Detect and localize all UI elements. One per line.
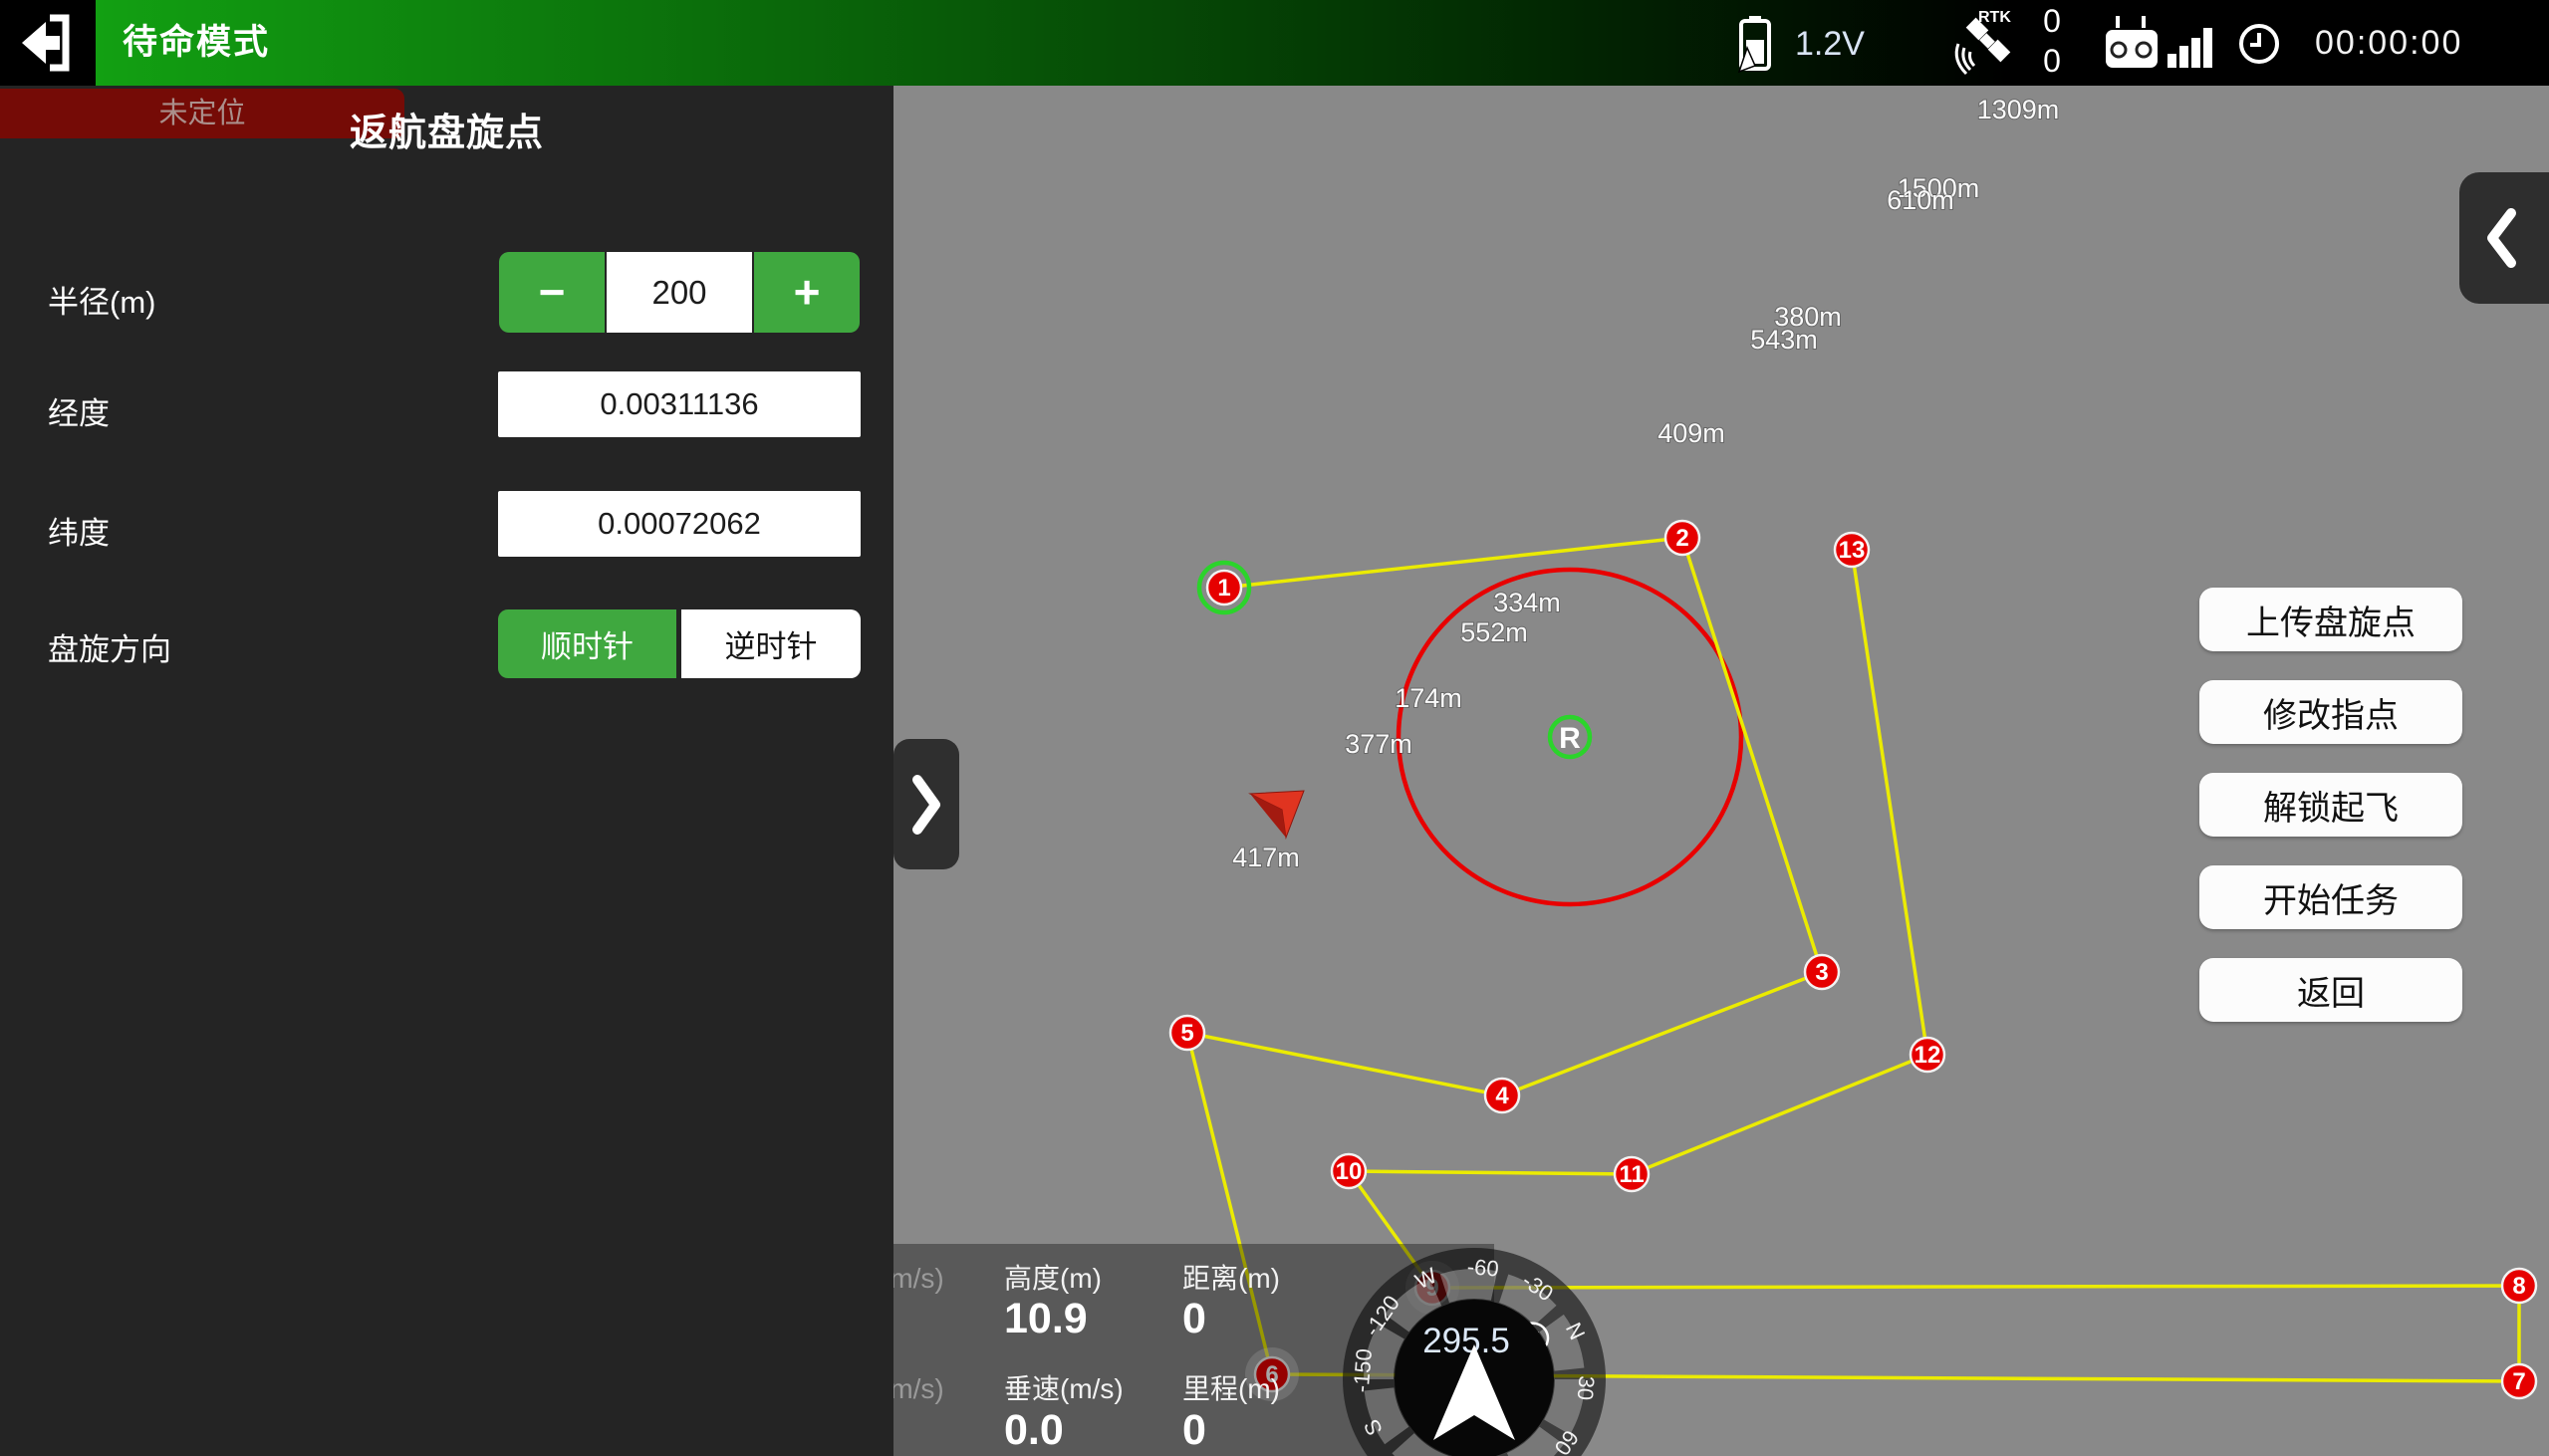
loiter-direction-label: 盘旋方向 <box>48 624 171 669</box>
status-icons: 1.2V RTK 0 0 <box>1693 0 2549 86</box>
distance-label: 552m <box>1460 617 1528 647</box>
rtk-satellite-icon: RTK <box>1950 8 2022 78</box>
waypoint-marker-7[interactable]: 7 <box>2502 1364 2536 1398</box>
clock-icon <box>2237 22 2281 66</box>
battery-icon <box>1737 14 1787 74</box>
longitude-input[interactable] <box>498 371 861 437</box>
latitude-label: 纬度 <box>48 508 110 553</box>
compass: -60-30N3060S-150-120W H 295.5 <box>1330 1235 1619 1456</box>
telemetry-value: 10.9 <box>1004 1295 1088 1343</box>
rtk-label: RTK <box>1978 9 2011 26</box>
waypoint-marker-3[interactable]: 3 <box>1805 955 1839 989</box>
radius-label: 半径(m) <box>48 277 155 322</box>
svg-text:5: 5 <box>1180 1020 1193 1047</box>
latitude-input[interactable] <box>498 491 861 557</box>
svg-text:3: 3 <box>1815 959 1828 986</box>
waypoint-marker-11[interactable]: 11 <box>1615 1157 1649 1191</box>
telemetry-label: 高度(m) <box>1004 1257 1102 1297</box>
distance-label: 409m <box>1657 418 1725 448</box>
svg-text:12: 12 <box>1914 1042 1941 1069</box>
waypoint-marker-8[interactable]: 8 <box>2502 1269 2536 1303</box>
distance-label: 377m <box>1345 729 1412 759</box>
clockwise-button[interactable]: 顺时针 <box>498 609 676 678</box>
telemetry-value: 0 <box>1182 1295 1206 1343</box>
telemetry-value: 0.0 <box>1004 1406 1064 1455</box>
distance-label: 174m <box>1395 683 1462 713</box>
radius-stepper: − + <box>499 252 860 333</box>
top-status-bar: 待命模式 1.2V RTK 0 0 <box>0 0 2549 86</box>
waypoint-marker-5[interactable]: 5 <box>1170 1016 1204 1050</box>
radius-input[interactable] <box>607 252 752 333</box>
return-point-marker[interactable]: R <box>1550 717 1590 757</box>
chevron-right-icon <box>909 770 943 840</box>
flight-mode-label: 待命模式 <box>123 0 270 86</box>
signal-bars-icon <box>2167 28 2212 68</box>
svg-text:1: 1 <box>1217 575 1230 602</box>
svg-text:2: 2 <box>1675 525 1688 552</box>
back-button[interactable] <box>0 0 96 86</box>
svg-text:11: 11 <box>1619 1161 1644 1188</box>
svg-text:8: 8 <box>2512 1273 2525 1300</box>
rtk-satellite-counts: 0 0 <box>2032 1 2072 81</box>
unlock-takeoff-button[interactable]: 解锁起飞 <box>2199 773 2462 837</box>
ground-station-app: 123456789101112131309m1500m610m380m543m4… <box>0 0 2549 1456</box>
upload-loiter-point-button[interactable]: 上传盘旋点 <box>2199 588 2462 651</box>
distance-label: 1309m <box>1977 95 2060 124</box>
heading-value: 295.5 <box>1422 1322 1510 1360</box>
distance-label: 610m <box>1887 185 1954 215</box>
modify-guided-point-button[interactable]: 修改指点 <box>2199 680 2462 744</box>
svg-text:R: R <box>1559 722 1581 755</box>
distance-label: 334m <box>1493 588 1561 617</box>
telemetry-label: 里程(m) <box>1182 1367 1280 1407</box>
waypoint-marker-1[interactable]: 1 <box>1199 563 1249 612</box>
return-button[interactable]: 返回 <box>2199 958 2462 1022</box>
waypoint-marker-4[interactable]: 4 <box>1485 1079 1519 1112</box>
drone-position-icon <box>1250 791 1304 838</box>
battery-voltage: 1.2V <box>1795 25 1865 64</box>
start-mission-button[interactable]: 开始任务 <box>2199 865 2462 929</box>
loiter-settings-panel: 未定位 返航盘旋点 半径(m) − + 经度 纬度 盘旋方向 顺时针 逆时针 <box>0 86 893 1456</box>
waypoint-marker-10[interactable]: 10 <box>1332 1154 1366 1188</box>
telemetry-label: 距离(m) <box>1182 1257 1280 1297</box>
back-arrow-icon <box>16 12 80 74</box>
distance-label: 543m <box>1750 325 1818 355</box>
distance-label: 417m <box>1232 843 1300 872</box>
panel-expand-button[interactable] <box>893 739 959 869</box>
radius-increase-button[interactable]: + <box>754 252 860 333</box>
waypoint-marker-2[interactable]: 2 <box>1665 521 1699 555</box>
svg-text:10: 10 <box>1336 1158 1363 1185</box>
svg-text:4: 4 <box>1495 1083 1509 1109</box>
telemetry-value: 0 <box>1182 1406 1206 1455</box>
waypoint-marker-12[interactable]: 12 <box>1911 1038 1944 1072</box>
panel-title: 返航盘旋点 <box>0 102 893 156</box>
longitude-label: 经度 <box>48 388 110 433</box>
radius-decrease-button[interactable]: − <box>499 252 605 333</box>
counterclockwise-button[interactable]: 逆时针 <box>681 609 861 678</box>
waypoint-marker-13[interactable]: 13 <box>1835 533 1869 567</box>
telemetry-label: 垂速(m/s) <box>1004 1367 1124 1407</box>
remote-controller-icon <box>2104 14 2213 72</box>
mission-time: 00:00:00 <box>2315 24 2462 63</box>
sidebar-collapse-button[interactable] <box>2459 172 2549 304</box>
chevron-left-icon <box>2483 202 2519 274</box>
svg-text:13: 13 <box>1839 537 1866 564</box>
svg-text:7: 7 <box>2512 1368 2525 1395</box>
